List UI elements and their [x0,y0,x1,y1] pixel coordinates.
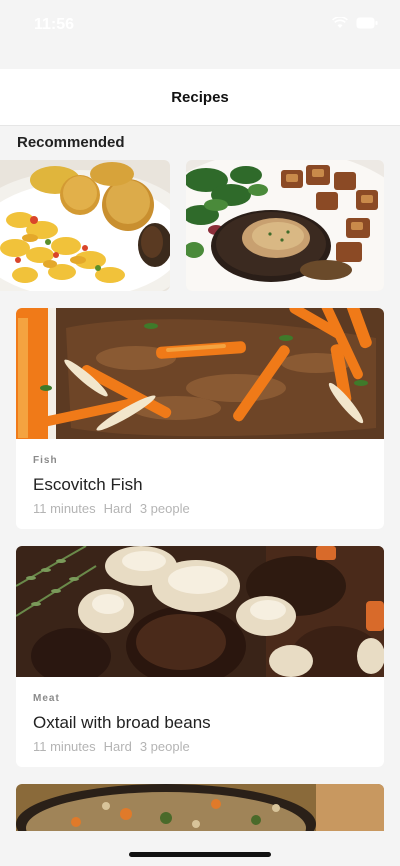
status-icons [332,17,378,29]
recipe-difficulty: Hard [103,739,132,754]
recipe-duration: 11 minutes [33,739,96,754]
recipe-duration: 11 minutes [33,501,96,516]
status-bar: 11:56 [0,0,400,48]
recipe-photo [0,160,170,291]
recipe-card-body: Fish Escovitch Fish 11 minutes Hard 3 pe… [16,439,384,529]
recommended-card[interactable] [186,160,384,291]
recipe-photo [16,784,384,831]
bottom-safe-area [0,831,400,866]
navigation-bar: Recipes [0,69,400,126]
recipe-title: Oxtail with broad beans [33,713,211,732]
home-indicator[interactable] [129,852,271,857]
recipe-servings: 3 people [139,501,190,516]
recipe-category: Meat [33,693,60,704]
wifi-icon [332,17,348,29]
recommended-card[interactable] [0,160,170,291]
recipe-card[interactable]: Fish Escovitch Fish 11 minutes Hard 3 pe… [16,308,384,529]
recipe-difficulty: Hard [103,501,132,516]
recipe-meta: 11 minutes Hard 3 people [33,739,190,754]
recipe-category: Fish [33,455,58,466]
recipe-photo [16,308,384,439]
page-title: Recipes [171,89,229,106]
recommended-carousel[interactable] [0,160,400,291]
recipe-title: Escovitch Fish [33,475,143,494]
status-time: 11:56 [34,16,75,33]
recipe-photo [16,546,384,677]
battery-icon [356,17,378,29]
recipe-card[interactable]: Meat Oxtail with broad beans 11 minutes … [16,546,384,767]
recipe-card[interactable] [16,784,384,831]
recipe-photo [186,160,384,291]
recipe-meta: 11 minutes Hard 3 people [33,501,190,516]
recipe-card-body: Meat Oxtail with broad beans 11 minutes … [16,677,384,767]
recipe-servings: 3 people [139,739,190,754]
recommended-heading: Recommended [17,134,125,151]
